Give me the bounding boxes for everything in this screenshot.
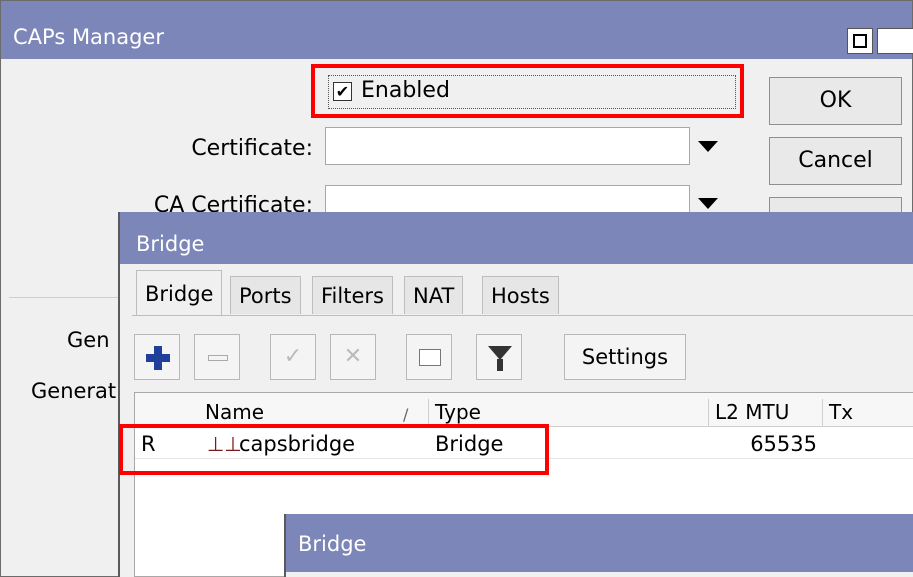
tab-content-border: [132, 315, 913, 316]
enabled-highlight-box: [311, 64, 744, 118]
comment-button[interactable]: [406, 334, 452, 380]
ca-certificate-dropdown-arrow-icon[interactable]: [698, 198, 718, 209]
sort-indicator-icon: /: [403, 405, 409, 424]
note-icon: [419, 349, 441, 366]
check-icon: ✓: [283, 344, 303, 369]
col-tx-header[interactable]: Tx: [823, 399, 913, 426]
bridge-window-title: Bridge: [136, 232, 205, 256]
caps-manager-titlebar[interactable]: CAPs Manager ×: [1, 1, 913, 59]
filter-button[interactable]: [476, 334, 522, 380]
bridge-dialog-titlebar[interactable]: Bridge: [286, 514, 913, 572]
minus-icon: [208, 355, 228, 361]
separator-line: [9, 297, 121, 298]
table-header: Name / Type L2 MTU Tx: [135, 393, 913, 427]
row-l2mtu: 65535: [750, 432, 817, 456]
generate-label-1: Gen: [67, 328, 110, 352]
certificate-dropdown-arrow-icon[interactable]: [698, 141, 718, 152]
generate-label-2: Generat: [31, 379, 117, 403]
tab-filters[interactable]: Filters: [312, 276, 393, 314]
bridge-dialog-title: Bridge: [298, 532, 367, 556]
tab-hosts[interactable]: Hosts: [482, 276, 559, 314]
close-icon[interactable]: ×: [877, 28, 913, 54]
cross-icon: ✕: [343, 344, 363, 369]
ok-button[interactable]: OK: [769, 77, 902, 125]
cancel-button[interactable]: Cancel: [769, 137, 902, 185]
col-l2mtu-header[interactable]: L2 MTU: [709, 399, 823, 426]
bridge-dialog: Bridge: [284, 514, 913, 577]
disable-button[interactable]: ✕: [330, 334, 376, 380]
maximize-icon[interactable]: [847, 28, 873, 54]
tab-bridge[interactable]: Bridge: [136, 270, 223, 316]
col-name-header[interactable]: Name: [199, 399, 429, 426]
col-type-header[interactable]: Type: [429, 399, 709, 426]
tab-ports[interactable]: Ports: [230, 276, 301, 314]
bridge-window-titlebar[interactable]: Bridge: [120, 212, 913, 264]
funnel-icon: [488, 346, 512, 360]
caps-manager-title: CAPs Manager: [13, 25, 164, 49]
enable-button[interactable]: ✓: [270, 334, 316, 380]
certificate-select[interactable]: [325, 127, 690, 165]
remove-button[interactable]: [194, 334, 240, 380]
bridge-tabs: Bridge Ports Filters NAT Hosts: [132, 270, 902, 316]
settings-button[interactable]: Settings: [564, 334, 686, 380]
certificate-label: Certificate:: [191, 136, 313, 161]
tab-nat[interactable]: NAT: [404, 276, 464, 314]
add-button[interactable]: [134, 334, 180, 380]
capsbridge-highlight-box: [119, 424, 549, 475]
